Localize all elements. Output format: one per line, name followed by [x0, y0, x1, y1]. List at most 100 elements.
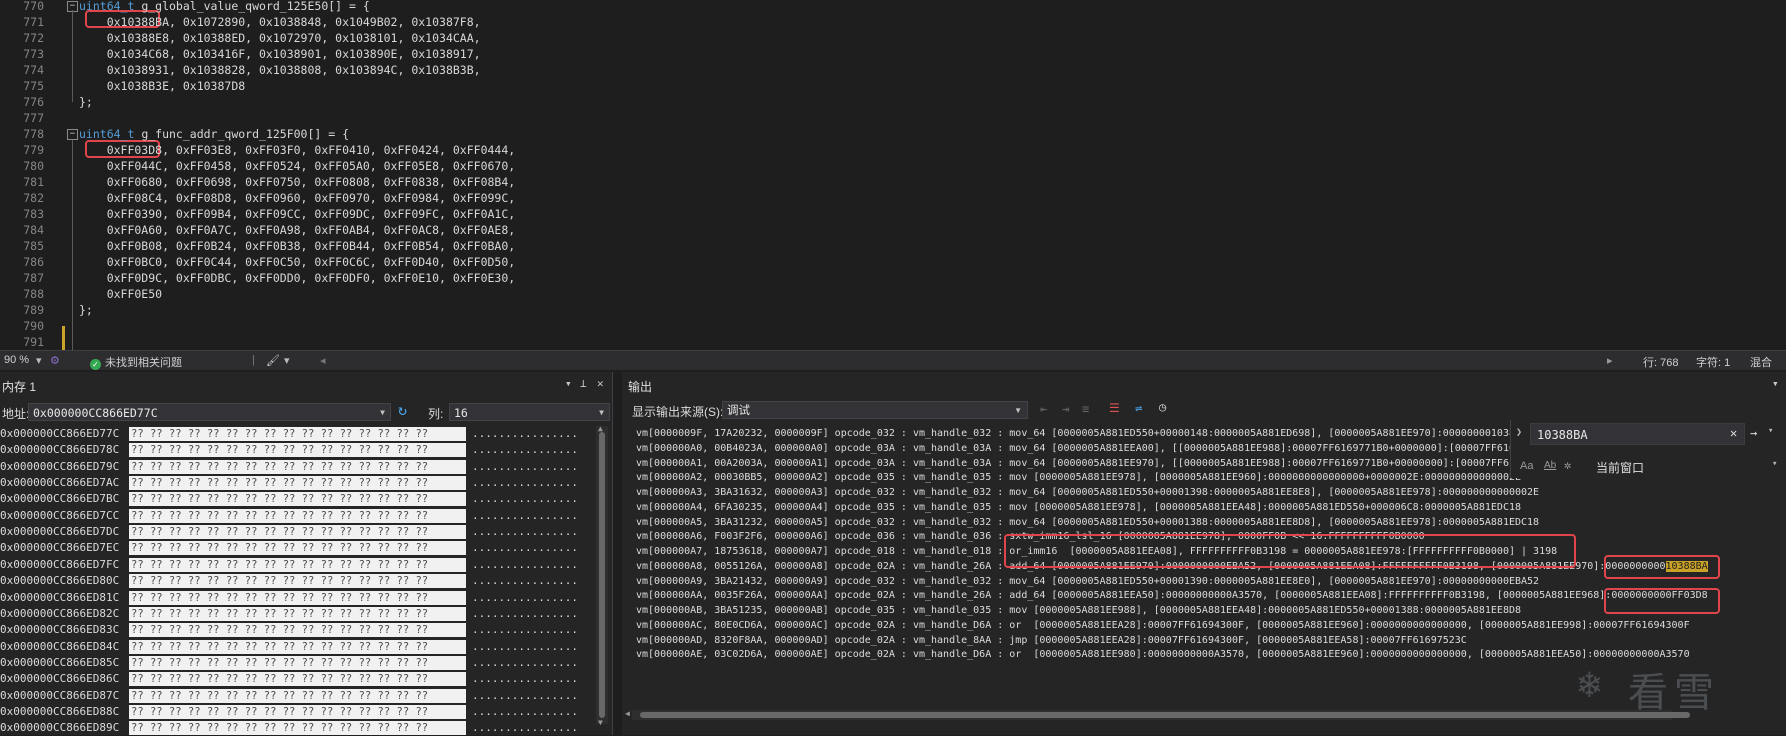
- memory-row[interactable]: 0x000000CC866ED88C ?? ?? ?? ?? ?? ?? ?? ?…: [0, 704, 596, 720]
- memory-ascii[interactable]: ................: [472, 524, 578, 540]
- memory-row[interactable]: 0x000000CC866ED81C ?? ?? ?? ?? ?? ?? ?? ?…: [0, 590, 596, 606]
- memory-hex-bytes[interactable]: ?? ?? ?? ?? ?? ?? ?? ?? ?? ?? ?? ?? ?? ?…: [129, 509, 466, 523]
- code-line[interactable]: 0x1034C68, 0x103416F, 0x1038901, 0x10389…: [79, 46, 481, 62]
- code-line[interactable]: 0x1038B3E, 0x10387D8: [79, 78, 245, 94]
- find-input[interactable]: 10388BA: [1530, 423, 1745, 445]
- output-line[interactable]: vm[000000A9, 3BA21432, 000000A9] opcode_…: [636, 575, 1539, 589]
- memory-row[interactable]: 0x000000CC866ED80C ?? ?? ?? ?? ?? ?? ?? ?…: [0, 573, 596, 589]
- memory-row[interactable]: 0x000000CC866ED7BC ?? ?? ?? ?? ?? ?? ?? ?…: [0, 491, 596, 507]
- scroll-up-icon[interactable]: ▲: [598, 424, 603, 433]
- output-line[interactable]: vm[000000A1, 00A2003A, 000000A1] opcode_…: [636, 457, 1527, 471]
- code-line[interactable]: 0x10388E8, 0x10388ED, 0x1072970, 0x10381…: [79, 30, 481, 46]
- memory-ascii[interactable]: ................: [472, 540, 578, 556]
- code-line[interactable]: 0x10388BA, 0x1072890, 0x1038848, 0x1049B…: [79, 14, 481, 30]
- memory-hex-bytes[interactable]: ?? ?? ?? ?? ?? ?? ?? ?? ?? ?? ?? ?? ?? ?…: [129, 721, 466, 735]
- pin-icon[interactable]: ⊥: [580, 377, 587, 390]
- next-match-icon[interactable]: →: [1750, 426, 1757, 440]
- memory-hex-bytes[interactable]: ?? ?? ?? ?? ?? ?? ?? ?? ?? ?? ?? ?? ?? ?…: [129, 492, 466, 506]
- output-line[interactable]: vm[000000AD, 8320F8AA, 000000AD] opcode_…: [636, 634, 1467, 648]
- output-line[interactable]: vm[000000A4, 6FA30235, 000000A4] opcode_…: [636, 501, 1521, 515]
- memory-hex-bytes[interactable]: ?? ?? ?? ?? ?? ?? ?? ?? ?? ?? ?? ?? ?? ?…: [129, 623, 466, 637]
- memory-ascii[interactable]: ................: [472, 508, 578, 524]
- memory-ascii[interactable]: ................: [472, 606, 578, 622]
- memory-row[interactable]: 0x000000CC866ED7CC ?? ?? ?? ?? ?? ?? ?? ?…: [0, 508, 596, 524]
- memory-row[interactable]: 0x000000CC866ED82C ?? ?? ?? ?? ?? ?? ?? ?…: [0, 606, 596, 622]
- code-editor[interactable]: 770 771 772 773 774 775 776 777 778 779 780 781 782 7…: [0, 0, 1786, 350]
- collapse-icon[interactable]: −: [67, 129, 78, 140]
- output-line[interactable]: vm[0000009F, 17A20232, 0000009F] opcode_…: [636, 427, 1527, 441]
- intellisense-icon[interactable]: ⚙: [50, 354, 60, 367]
- code-line[interactable]: uint64_t g_func_addr_qword_125F00[] = {: [79, 126, 349, 142]
- zoom-dropdown-icon[interactable]: ▾: [36, 354, 42, 367]
- char-indicator[interactable]: 字符: 1: [1696, 354, 1730, 370]
- memory-hex-bytes[interactable]: ?? ?? ?? ?? ?? ?? ?? ?? ?? ?? ?? ?? ?? ?…: [129, 591, 466, 605]
- memory-ascii[interactable]: ................: [472, 590, 578, 606]
- code-line[interactable]: 0xFF0B08, 0xFF0B24, 0xFF0B38, 0xFF0B44, …: [79, 238, 516, 254]
- output-line[interactable]: vm[000000A2, 00030BB5, 000000A2] opcode_…: [636, 471, 1521, 485]
- regex-toggle-icon[interactable]: ✲: [1564, 458, 1571, 472]
- chevron-down-icon[interactable]: ▼: [599, 404, 604, 422]
- memory-hex-bytes[interactable]: ?? ?? ?? ?? ?? ?? ?? ?? ?? ?? ?? ?? ?? ?…: [129, 656, 466, 670]
- memory-row[interactable]: 0x000000CC866ED85C ?? ?? ?? ?? ?? ?? ?? ?…: [0, 655, 596, 671]
- scroll-left-icon[interactable]: ◂: [320, 354, 326, 367]
- memory-scrollbar-thumb[interactable]: [599, 432, 605, 718]
- output-hscroll-thumb[interactable]: [640, 712, 1690, 718]
- code-line[interactable]: 0xFF0680, 0xFF0698, 0xFF0750, 0xFF0808, …: [79, 174, 516, 190]
- memory-hex-bytes[interactable]: ?? ?? ?? ?? ?? ?? ?? ?? ?? ?? ?? ?? ?? ?…: [129, 525, 466, 539]
- memory-hex-bytes[interactable]: ?? ?? ?? ?? ?? ?? ?? ?? ?? ?? ?? ?? ?? ?…: [129, 705, 466, 719]
- memory-row[interactable]: 0x000000CC866ED84C ?? ?? ?? ?? ?? ?? ?? ?…: [0, 639, 596, 655]
- find-scope-dropdown-icon[interactable]: ▾: [1772, 459, 1777, 469]
- close-icon[interactable]: ✕: [597, 377, 604, 390]
- memory-ascii[interactable]: ................: [472, 622, 578, 638]
- memory-hex-bytes[interactable]: ?? ?? ?? ?? ?? ?? ?? ?? ?? ?? ?? ?? ?? ?…: [129, 427, 466, 441]
- line-ending-mode[interactable]: 混合: [1750, 354, 1772, 370]
- code-line[interactable]: 0xFF03D8, 0xFF03E8, 0xFF03F0, 0xFF0410, …: [79, 142, 516, 158]
- memory-hex-bytes[interactable]: ?? ?? ?? ?? ?? ?? ?? ?? ?? ?? ?? ?? ?? ?…: [129, 607, 466, 621]
- memory-ascii[interactable]: ................: [472, 671, 578, 687]
- code-line[interactable]: uint64_t g_global_value_qword_125E50[] =…: [79, 0, 370, 14]
- code-line[interactable]: 0xFF08C4, 0xFF08D8, 0xFF0960, 0xFF0970, …: [79, 190, 516, 206]
- output-line[interactable]: vm[000000A0, 00B4023A, 000000A0] opcode_…: [636, 442, 1521, 456]
- memory-row[interactable]: 0x000000CC866ED7FC ?? ?? ?? ?? ?? ?? ?? ?…: [0, 557, 596, 573]
- memory-hex-bytes[interactable]: ?? ?? ?? ?? ?? ?? ?? ?? ?? ?? ?? ?? ?? ?…: [129, 443, 466, 457]
- find-expand-icon[interactable]: ❯: [1516, 427, 1522, 438]
- memory-row[interactable]: 0x000000CC866ED89C ?? ?? ?? ?? ?? ?? ?? ?…: [0, 720, 596, 736]
- memory-row[interactable]: 0x000000CC866ED77C ?? ?? ?? ?? ?? ?? ?? ?…: [0, 426, 596, 442]
- refresh-icon[interactable]: ↻: [398, 401, 407, 419]
- code-line[interactable]: 0xFF0A60, 0xFF0A7C, 0xFF0A98, 0xFF0AB4, …: [79, 222, 516, 238]
- zoom-level[interactable]: 90 %: [4, 354, 29, 366]
- memory-row[interactable]: 0x000000CC866ED79C ?? ?? ?? ?? ?? ?? ?? ?…: [0, 459, 596, 475]
- memory-row[interactable]: 0x000000CC866ED86C ?? ?? ?? ?? ?? ?? ?? ?…: [0, 671, 596, 687]
- memory-ascii[interactable]: ................: [472, 442, 578, 458]
- code-line[interactable]: 0xFF0E50: [79, 286, 162, 302]
- panel-menu-dropdown-icon[interactable]: ▾: [565, 377, 572, 390]
- memory-hex-bytes[interactable]: ?? ?? ?? ?? ?? ?? ?? ?? ?? ?? ?? ?? ?? ?…: [129, 541, 466, 555]
- find-options-dropdown-icon[interactable]: ▾: [1768, 426, 1773, 436]
- brush-dropdown-icon[interactable]: ▾: [284, 354, 290, 367]
- memory-hex-bytes[interactable]: ?? ?? ?? ?? ?? ?? ?? ?? ?? ?? ?? ?? ?? ?…: [129, 574, 466, 588]
- memory-hex-bytes[interactable]: ?? ?? ?? ?? ?? ?? ?? ?? ?? ?? ?? ?? ?? ?…: [129, 558, 466, 572]
- memory-hex-bytes[interactable]: ?? ?? ?? ?? ?? ?? ?? ?? ?? ?? ?? ?? ?? ?…: [129, 640, 466, 654]
- line-indicator[interactable]: 行: 768: [1643, 354, 1678, 370]
- memory-hex-bytes[interactable]: ?? ?? ?? ?? ?? ?? ?? ?? ?? ?? ?? ?? ?? ?…: [129, 672, 466, 686]
- memory-ascii[interactable]: ................: [472, 720, 578, 736]
- memory-ascii[interactable]: ................: [472, 573, 578, 589]
- column-select[interactable]: 16 ▼: [449, 403, 610, 421]
- scroll-right-icon[interactable]: ▸: [1607, 354, 1613, 367]
- output-line[interactable]: vm[000000AC, 80E0CD6A, 000000AC] opcode_…: [636, 619, 1690, 633]
- memory-row[interactable]: 0x000000CC866ED87C ?? ?? ?? ?? ?? ?? ?? ?…: [0, 688, 596, 704]
- memory-ascii[interactable]: ................: [472, 557, 578, 573]
- memory-row[interactable]: 0x000000CC866ED83C ?? ?? ?? ?? ?? ?? ?? ?…: [0, 622, 596, 638]
- memory-ascii[interactable]: ................: [472, 459, 578, 475]
- memory-ascii[interactable]: ................: [472, 475, 578, 491]
- memory-row[interactable]: 0x000000CC866ED7EC ?? ?? ?? ?? ?? ?? ?? ?…: [0, 540, 596, 556]
- code-line[interactable]: 0xFF0D9C, 0xFF0DBC, 0xFF0DD0, 0xFF0DF0, …: [79, 270, 516, 286]
- clear-search-icon[interactable]: ✕: [1730, 426, 1737, 440]
- memory-hex-bytes[interactable]: ?? ?? ?? ?? ?? ?? ?? ?? ?? ?? ?? ?? ?? ?…: [129, 689, 466, 703]
- find-scope[interactable]: 当前窗口: [1596, 459, 1644, 476]
- memory-row[interactable]: 0x000000CC866ED7AC ?? ?? ?? ?? ?? ?? ?? ?…: [0, 475, 596, 491]
- memory-ascii[interactable]: ................: [472, 688, 578, 704]
- output-line[interactable]: vm[000000AA, 0035F26A, 000000AA] opcode_…: [636, 589, 1708, 603]
- output-line[interactable]: vm[000000AB, 3BA51235, 000000AB] opcode_…: [636, 604, 1521, 618]
- output-line[interactable]: vm[000000A3, 3BA31632, 000000A3] opcode_…: [636, 486, 1539, 500]
